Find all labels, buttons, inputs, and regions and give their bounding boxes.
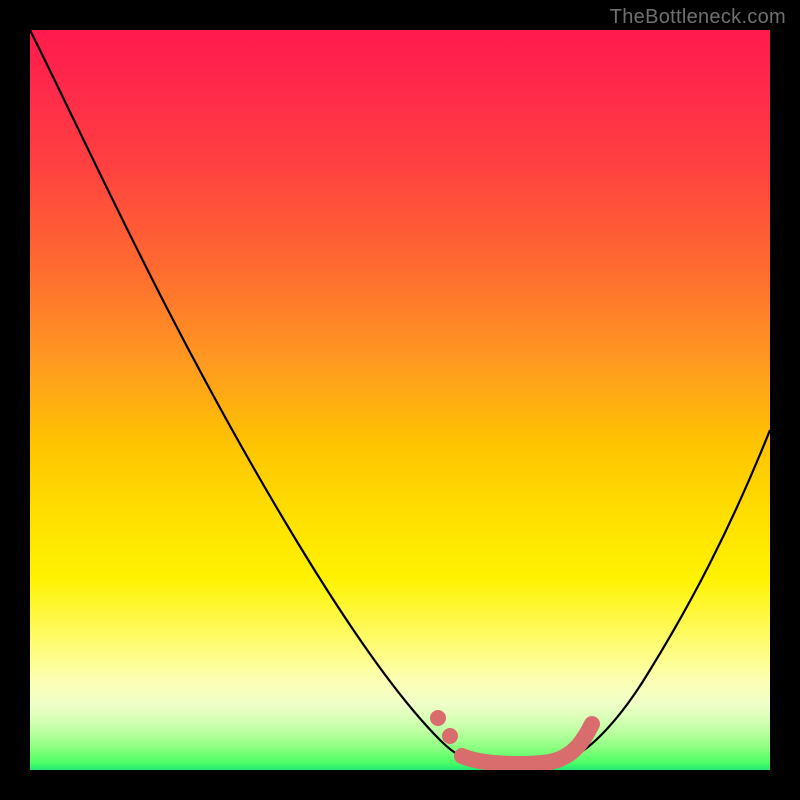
optimal-point [442, 728, 458, 744]
chart-frame: TheBottleneck.com [0, 0, 800, 800]
optimal-point [430, 710, 446, 726]
optimal-band-right [550, 724, 592, 762]
watermark-text: TheBottleneck.com [610, 6, 786, 29]
bottleneck-curve-left [30, 30, 470, 760]
curve-layer [30, 30, 770, 770]
bottleneck-curve-right [570, 430, 770, 758]
optimal-band [462, 756, 550, 764]
